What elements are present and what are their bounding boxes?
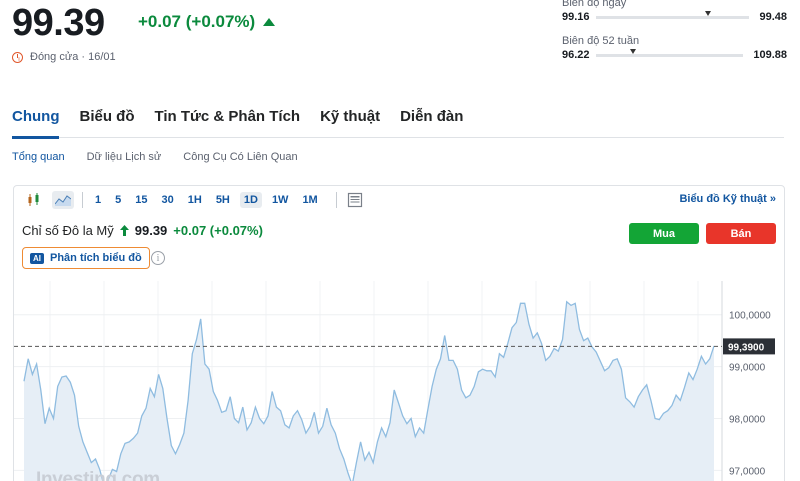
- technical-chart-link[interactable]: Biểu đồ Kỹ thuật »: [679, 193, 776, 205]
- ai-chart-analysis-button[interactable]: AI Phân tích biểu đồ: [22, 247, 150, 269]
- market-status: Đóng cửa · 16/01: [12, 51, 116, 63]
- week52-range-marker: [629, 48, 636, 54]
- interval-1d[interactable]: 1D: [239, 192, 262, 208]
- y-tick-label: 98,0000: [729, 415, 766, 426]
- y-tick-label: 99,0000: [729, 363, 766, 374]
- main-tabs: Chung Biểu đồ Tin Tức & Phân Tích Kỹ thu…: [12, 106, 784, 139]
- tab-overview[interactable]: Chung: [12, 106, 60, 139]
- area-chart-icon[interactable]: [52, 191, 74, 209]
- chart-settings-icon[interactable]: [345, 191, 365, 209]
- day-range-low: 99.16: [562, 11, 590, 23]
- interval-5min[interactable]: 5: [111, 192, 125, 208]
- week52-range-high: 109.88: [753, 49, 787, 61]
- price-change: +0.07 (+0.07%): [138, 12, 276, 32]
- instrument-change: +0.07 (+0.07%): [173, 223, 263, 238]
- interval-30min[interactable]: 30: [158, 192, 178, 208]
- sell-button[interactable]: Bán: [706, 223, 776, 244]
- y-tick-label: 97,0000: [729, 466, 766, 477]
- sub-tabs: Tổng quan Dữ liệu Lịch sử Công Cụ Có Liê…: [12, 151, 298, 163]
- chart-toolbar: 1 5 15 30 1H 5H 1D 1W 1M Biểu đồ Kỹ thuậ…: [14, 186, 784, 214]
- interval-15min[interactable]: 15: [131, 192, 151, 208]
- ai-icon: AI: [30, 252, 44, 264]
- price-area: [24, 301, 714, 481]
- investing-watermark: Investing.com: [36, 469, 160, 481]
- instrument-name: Chỉ số Đô la Mỹ: [22, 223, 114, 238]
- clock-icon: [12, 51, 23, 63]
- week52-range: Biên độ 52 tuần 96.22 109.88: [562, 35, 787, 61]
- arrow-up-icon: [119, 225, 129, 236]
- subtab-summary[interactable]: Tổng quan: [12, 151, 65, 163]
- price-value: 99.39: [12, 2, 105, 44]
- interval-1h[interactable]: 1H: [184, 192, 206, 208]
- current-price-label: 99,3900: [728, 342, 765, 353]
- day-range-title: Biên độ ngày: [562, 0, 627, 9]
- interval-5h[interactable]: 5H: [212, 192, 234, 208]
- y-tick-label: 100,0000: [729, 311, 771, 322]
- toolbar-divider: [82, 192, 83, 208]
- info-icon[interactable]: i: [151, 251, 165, 265]
- tab-technical[interactable]: Kỹ thuật: [320, 106, 380, 138]
- day-range-marker: [704, 10, 711, 16]
- day-range-high: 99.48: [759, 11, 787, 23]
- tab-forum[interactable]: Diễn đàn: [400, 106, 463, 138]
- price-chart[interactable]: 100,0000 99,0000 98,0000 97,0000 99,3900: [14, 281, 784, 481]
- tab-chart[interactable]: Biểu đồ: [79, 106, 134, 138]
- week52-range-title: Biên độ 52 tuần: [562, 35, 640, 47]
- week52-range-low: 96.22: [562, 49, 590, 61]
- market-status-text: Đóng cửa · 16/01: [30, 51, 116, 63]
- week52-range-bar: [596, 48, 744, 57]
- chart-panel: 1 5 15 30 1H 5H 1D 1W 1M Biểu đồ Kỹ thuậ…: [13, 185, 785, 481]
- toolbar-divider: [335, 192, 337, 208]
- subtab-related-tools[interactable]: Công Cụ Có Liên Quan: [183, 151, 297, 163]
- interval-1w[interactable]: 1W: [268, 192, 293, 208]
- interval-1min[interactable]: 1: [91, 192, 105, 208]
- ai-chart-analysis-label: Phân tích biểu đồ: [50, 252, 142, 264]
- day-range: Biên độ ngày 99.16 99.48: [562, 0, 787, 23]
- subtab-historical-data[interactable]: Dữ liệu Lịch sử: [87, 151, 162, 163]
- price-change-text: +0.07 (+0.07%): [138, 12, 256, 31]
- tab-news-analysis[interactable]: Tin Tức & Phân Tích: [154, 106, 300, 138]
- instrument-price: 99.39: [134, 223, 168, 238]
- interval-1m[interactable]: 1M: [298, 192, 321, 208]
- arrow-up-icon: [263, 18, 276, 26]
- instrument-header: Chỉ số Đô la Mỹ 99.39 +0.07 (+0.07%): [22, 223, 263, 238]
- candlestick-icon[interactable]: [24, 191, 44, 209]
- day-range-bar: [596, 10, 750, 19]
- buy-button[interactable]: Mua: [629, 223, 699, 244]
